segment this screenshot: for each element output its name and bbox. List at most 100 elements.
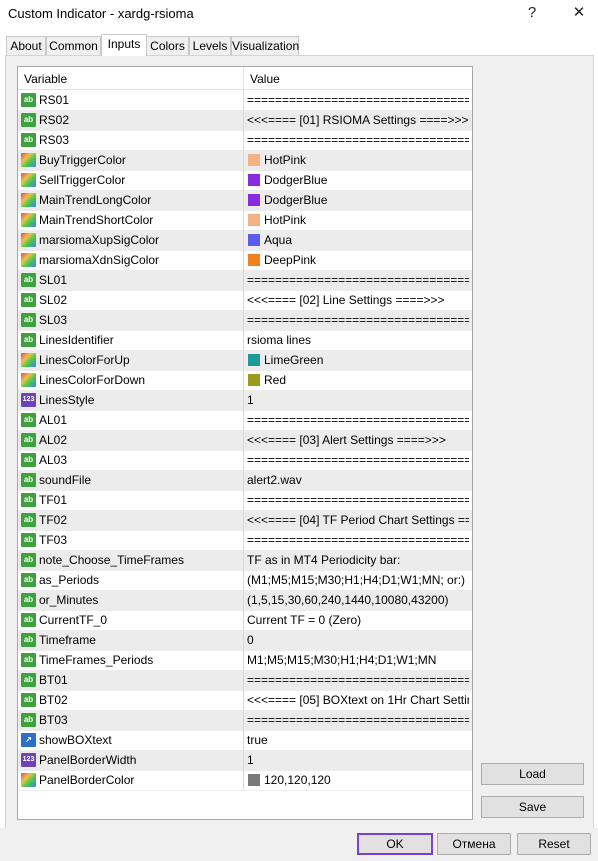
color-swatch[interactable] — [248, 214, 260, 226]
text-type-icon: ab — [21, 333, 36, 347]
variable-column-header[interactable]: Variable — [24, 72, 67, 86]
table-row[interactable]: ab TF01 ================================== — [18, 490, 472, 511]
color-swatch[interactable] — [248, 374, 260, 386]
value-cell[interactable]: (1,5,15,30,60,240,1440,10080,43200) — [247, 593, 469, 607]
table-row[interactable]: ab SL02 <<<==== [02] Line Settings ====>>> — [18, 290, 472, 311]
value-cell[interactable]: ================================== — [247, 273, 469, 287]
value-cell[interactable]: <<<==== [01] RSIOMA Settings ====>>> — [247, 113, 469, 127]
value-cell[interactable]: 1 — [247, 393, 469, 407]
color-swatch[interactable] — [248, 774, 260, 786]
table-row[interactable]: ab RS02 <<<==== [01] RSIOMA Settings ====>… — [18, 110, 472, 131]
value-column-header[interactable]: Value — [250, 72, 280, 86]
load-button[interactable]: Load — [481, 763, 584, 785]
save-button[interactable]: Save — [481, 796, 584, 818]
table-row[interactable]: ab CurrentTF_0 Current TF = 0 (Zero) — [18, 610, 472, 631]
table-row[interactable]: ab TF03 ================================== — [18, 530, 472, 551]
text-type-icon: ab — [21, 473, 36, 487]
table-row[interactable]: 123 PanelBorderWidth 1 — [18, 750, 472, 771]
table-row[interactable]: ab SL01 ================================== — [18, 270, 472, 291]
value-cell[interactable]: Current TF = 0 (Zero) — [247, 613, 469, 627]
tab-about[interactable]: About — [6, 36, 46, 55]
color-swatch[interactable] — [248, 174, 260, 186]
value-cell[interactable]: 0 — [247, 633, 469, 647]
value-cell[interactable]: <<<==== [03] Alert Settings ====>>> — [247, 433, 469, 447]
value-cell[interactable]: <<<==== [05] BOXtext on 1Hr Chart Settin… — [247, 693, 469, 707]
value-cell[interactable]: HotPink — [264, 153, 469, 167]
help-icon[interactable]: ? — [514, 2, 550, 24]
value-cell[interactable]: DeepPink — [264, 253, 469, 267]
value-cell[interactable]: alert2.wav — [247, 473, 469, 487]
tab-inputs[interactable]: Inputs — [101, 34, 147, 56]
variable-name: LinesColorForUp — [39, 353, 130, 367]
table-row[interactable]: marsiomaXupSigColor Aqua — [18, 230, 472, 251]
value-cell[interactable]: ================================== — [247, 533, 469, 547]
value-cell[interactable]: Red — [264, 373, 469, 387]
table-row[interactable]: ab AL03 ================================== — [18, 450, 472, 471]
table-row[interactable]: ab SL03 ================================== — [18, 310, 472, 331]
table-row[interactable]: ab as_Periods (M1;M5;M15;M30;H1;H4;D1;W1;M… — [18, 570, 472, 591]
table-row[interactable]: LinesColorForUp LimeGreen — [18, 350, 472, 371]
value-cell[interactable]: DodgerBlue — [264, 193, 469, 207]
value-cell[interactable]: ================================== — [247, 133, 469, 147]
table-row[interactable]: ab BT02 <<<==== [05] BOXtext on 1Hr Chart … — [18, 690, 472, 711]
value-cell[interactable]: 120,120,120 — [264, 773, 469, 787]
value-cell[interactable]: <<<==== [04] TF Period Chart Settings ==… — [247, 513, 469, 527]
table-row[interactable]: ab TimeFrames_Periods M1;M5;M15;M30;H1;H4;… — [18, 650, 472, 671]
tab-visualization[interactable]: Visualization — [231, 36, 299, 55]
value-cell[interactable]: true — [247, 733, 469, 747]
table-row[interactable]: ab TF02 <<<==== [04] TF Period Chart Setti… — [18, 510, 472, 531]
table-row[interactable]: 123 LinesStyle 1 — [18, 390, 472, 411]
close-icon[interactable]: ✕ — [561, 2, 597, 24]
value-cell[interactable]: DodgerBlue — [264, 173, 469, 187]
table-row[interactable]: ab RS03 ================================== — [18, 130, 472, 151]
value-cell[interactable]: LimeGreen — [264, 353, 469, 367]
value-cell[interactable]: HotPink — [264, 213, 469, 227]
color-swatch[interactable] — [248, 354, 260, 366]
table-row[interactable]: MainTrendShortColor HotPink — [18, 210, 472, 231]
table-row[interactable]: MainTrendLongColor DodgerBlue — [18, 190, 472, 211]
value-cell[interactable]: <<<==== [02] Line Settings ====>>> — [247, 293, 469, 307]
value-cell[interactable]: TF as in MT4 Periodicity bar: — [247, 553, 469, 567]
color-swatch[interactable] — [248, 254, 260, 266]
color-swatch[interactable] — [248, 154, 260, 166]
tab-common[interactable]: Common — [46, 36, 101, 55]
value-cell[interactable]: (M1;M5;M15;M30;H1;H4;D1;W1;MN; or:) — [247, 573, 469, 587]
tab-colors[interactable]: Colors — [146, 36, 189, 55]
table-row[interactable]: ab soundFile alert2.wav — [18, 470, 472, 491]
table-row[interactable]: ab LinesIdentifier rsioma lines — [18, 330, 472, 351]
value-cell[interactable]: ================================== — [247, 313, 469, 327]
table-row[interactable]: ab Timeframe 0 — [18, 630, 472, 651]
table-row[interactable]: ↗ showBOXtext true — [18, 730, 472, 751]
cancel-button[interactable]: Отмена — [437, 833, 511, 855]
color-type-icon — [21, 173, 36, 187]
table-row[interactable]: PanelBorderColor 120,120,120 — [18, 770, 472, 791]
table-row[interactable]: LinesColorForDown Red — [18, 370, 472, 391]
table-row[interactable]: ab BT01 ================================== — [18, 670, 472, 691]
table-row[interactable]: BuyTriggerColor HotPink — [18, 150, 472, 171]
color-swatch[interactable] — [248, 234, 260, 246]
value-cell[interactable]: ================================== — [247, 93, 469, 107]
value-cell[interactable]: ================================== — [247, 453, 469, 467]
value-cell[interactable]: ================================== — [247, 493, 469, 507]
value-cell[interactable]: 1 — [247, 753, 469, 767]
table-row[interactable]: ab RS01 ================================== — [18, 90, 472, 111]
value-cell[interactable]: ================================== — [247, 413, 469, 427]
value-cell[interactable]: ================================== — [247, 673, 469, 687]
table-row[interactable]: ab note_Choose_TimeFrames TF as in MT4 Per… — [18, 550, 472, 571]
table-row[interactable]: SellTriggerColor DodgerBlue — [18, 170, 472, 191]
table-row[interactable]: ab AL02 <<<==== [03] Alert Settings ====>>… — [18, 430, 472, 451]
ok-button[interactable]: OK — [357, 833, 433, 855]
variable-name: TimeFrames_Periods — [39, 653, 154, 667]
color-swatch[interactable] — [248, 194, 260, 206]
value-cell[interactable]: M1;M5;M15;M30;H1;H4;D1;W1;MN — [247, 653, 469, 667]
value-cell[interactable]: ================================== — [247, 713, 469, 727]
value-cell[interactable]: Aqua — [264, 233, 469, 247]
table-row[interactable]: marsiomaXdnSigColor DeepPink — [18, 250, 472, 271]
value-cell[interactable]: rsioma lines — [247, 333, 469, 347]
table-row[interactable]: ab or_Minutes (1,5,15,30,60,240,1440,10080… — [18, 590, 472, 611]
table-row[interactable]: ab BT03 ================================== — [18, 710, 472, 731]
column-divider — [243, 330, 244, 350]
table-row[interactable]: ab AL01 ================================== — [18, 410, 472, 431]
tab-levels[interactable]: Levels — [189, 36, 231, 55]
reset-button[interactable]: Reset — [517, 833, 591, 855]
